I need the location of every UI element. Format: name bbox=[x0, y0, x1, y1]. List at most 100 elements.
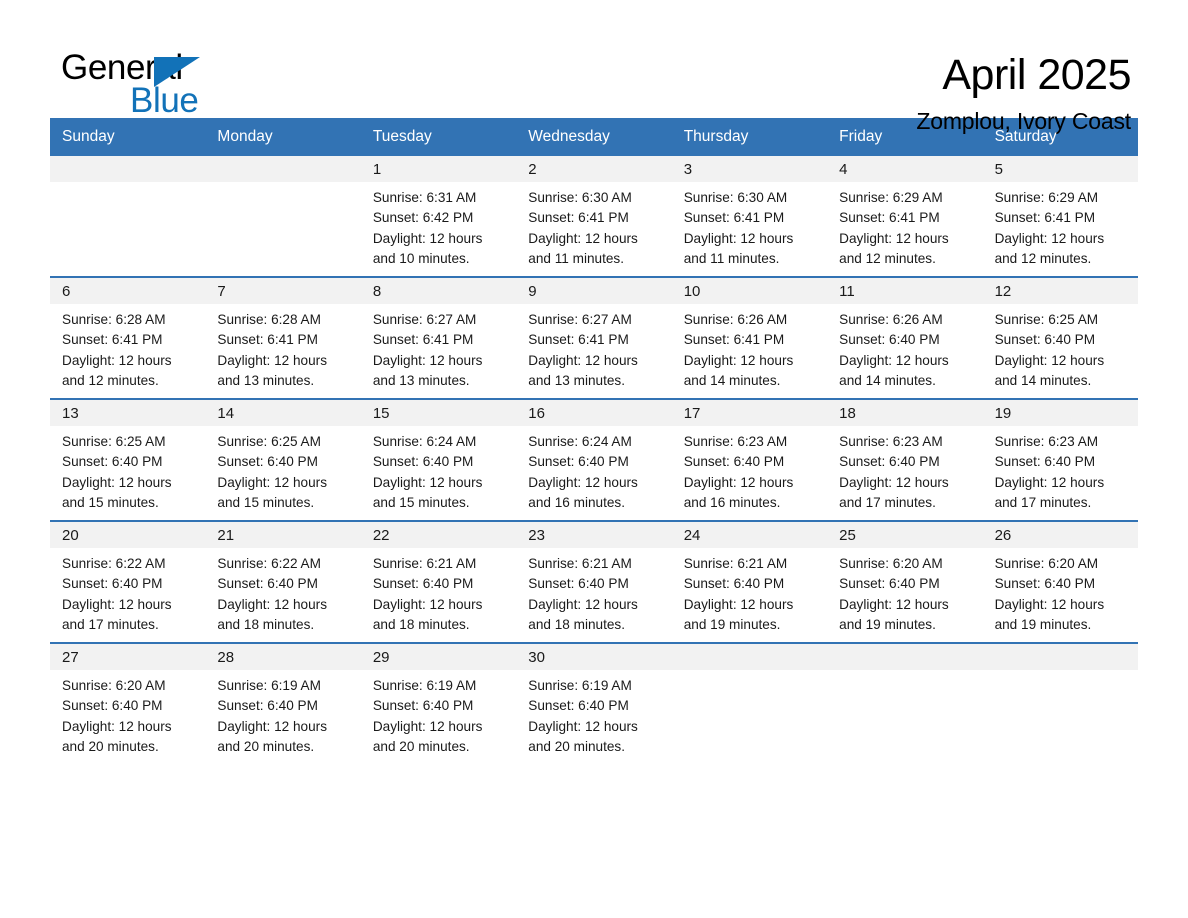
day-cell[interactable]: 15 Sunrise: 6:24 AM Sunset: 6:40 PM Dayl… bbox=[360, 400, 517, 520]
week-row: 13 Sunrise: 6:25 AM Sunset: 6:40 PM Dayl… bbox=[50, 398, 1138, 520]
sunrise-text: Sunrise: 6:19 AM bbox=[217, 678, 321, 693]
day-cell[interactable]: 2 Sunrise: 6:30 AM Sunset: 6:41 PM Dayli… bbox=[516, 156, 672, 276]
sunrise-text: Sunrise: 6:30 AM bbox=[528, 190, 632, 205]
day-number: 4 bbox=[827, 156, 983, 182]
day-details bbox=[827, 670, 982, 676]
day-cell[interactable]: 18 Sunrise: 6:23 AM Sunset: 6:40 PM Dayl… bbox=[827, 400, 983, 520]
daylight-text-line2: and 13 minutes. bbox=[528, 372, 626, 388]
daylight-text-line1: Daylight: 12 hours bbox=[839, 352, 949, 368]
day-cell[interactable]: 1 Sunrise: 6:31 AM Sunset: 6:42 PM Dayli… bbox=[360, 156, 517, 276]
daylight-text-line2: and 11 minutes. bbox=[683, 250, 780, 266]
day-cell[interactable]: 17 Sunrise: 6:23 AM Sunset: 6:40 PM Dayl… bbox=[671, 400, 828, 520]
weekday-header-sunday: Sunday bbox=[62, 128, 115, 145]
day-cell[interactable]: 8 Sunrise: 6:27 AM Sunset: 6:41 PM Dayli… bbox=[360, 278, 517, 398]
day-cell[interactable]: 25 Sunrise: 6:20 AM Sunset: 6:40 PM Dayl… bbox=[827, 522, 983, 642]
sunset-text: Sunset: 6:40 PM bbox=[62, 576, 163, 592]
day-details: Sunrise: 6:20 AM Sunset: 6:40 PM Dayligh… bbox=[827, 548, 982, 635]
day-number: 19 bbox=[982, 400, 1138, 426]
day-cell[interactable]: 24 Sunrise: 6:21 AM Sunset: 6:40 PM Dayl… bbox=[671, 522, 828, 642]
day-cell[interactable]: 11 Sunrise: 6:26 AM Sunset: 6:40 PM Dayl… bbox=[827, 278, 983, 398]
day-details: Sunrise: 6:25 AM Sunset: 6:40 PM Dayligh… bbox=[983, 304, 1138, 391]
day-number bbox=[827, 644, 983, 670]
daylight-text-line2: and 10 minutes. bbox=[372, 250, 470, 266]
day-number: 11 bbox=[827, 278, 983, 304]
day-details: Sunrise: 6:23 AM Sunset: 6:40 PM Dayligh… bbox=[983, 426, 1138, 513]
general-blue-logo[interactable]: General Blue bbox=[57, 48, 287, 120]
day-cell[interactable]: 10 Sunrise: 6:26 AM Sunset: 6:41 PM Dayl… bbox=[671, 278, 828, 398]
day-cell[interactable]: 30 Sunrise: 6:19 AM Sunset: 6:40 PM Dayl… bbox=[516, 644, 672, 764]
sunset-text: Sunset: 6:41 PM bbox=[528, 210, 629, 226]
day-number bbox=[50, 156, 206, 182]
daylight-text-line1: Daylight: 12 hours bbox=[839, 596, 949, 612]
sunrise-text: Sunrise: 6:27 AM bbox=[528, 312, 632, 327]
day-cell[interactable]: 6 Sunrise: 6:28 AM Sunset: 6:41 PM Dayli… bbox=[50, 278, 206, 398]
daylight-text-line2: and 20 minutes. bbox=[528, 738, 626, 754]
daylight-text-line2: and 16 minutes. bbox=[528, 494, 626, 510]
sunset-text: Sunset: 6:40 PM bbox=[372, 454, 474, 470]
daylight-text-line2: and 12 minutes. bbox=[839, 250, 936, 266]
daylight-text-line1: Daylight: 12 hours bbox=[528, 230, 638, 246]
day-cell[interactable]: 5 Sunrise: 6:29 AM Sunset: 6:41 PM Dayli… bbox=[982, 156, 1138, 276]
sunrise-text: Sunrise: 6:23 AM bbox=[839, 434, 943, 449]
daylight-text-line1: Daylight: 12 hours bbox=[217, 718, 327, 734]
daylight-text-line1: Daylight: 12 hours bbox=[528, 596, 638, 612]
day-cell[interactable]: 13 Sunrise: 6:25 AM Sunset: 6:40 PM Dayl… bbox=[50, 400, 206, 520]
daylight-text-line1: Daylight: 12 hours bbox=[528, 474, 638, 490]
day-cell[interactable]: 16 Sunrise: 6:24 AM Sunset: 6:40 PM Dayl… bbox=[516, 400, 672, 520]
day-number: 22 bbox=[360, 522, 517, 548]
daylight-text-line1: Daylight: 12 hours bbox=[528, 718, 638, 734]
daylight-text-line1: Daylight: 12 hours bbox=[683, 230, 794, 246]
daylight-text-line2: and 20 minutes. bbox=[372, 738, 470, 754]
day-cell[interactable]: 20 Sunrise: 6:22 AM Sunset: 6:40 PM Dayl… bbox=[50, 522, 206, 642]
day-cell[interactable]: 3 Sunrise: 6:30 AM Sunset: 6:41 PM Dayli… bbox=[671, 156, 828, 276]
daylight-text-line2: and 19 minutes. bbox=[994, 616, 1092, 632]
day-cell[interactable]: 29 Sunrise: 6:19 AM Sunset: 6:40 PM Dayl… bbox=[360, 644, 517, 764]
day-number: 30 bbox=[516, 644, 672, 670]
sunrise-text: Sunrise: 6:22 AM bbox=[217, 556, 321, 571]
daylight-text-line2: and 19 minutes. bbox=[839, 616, 936, 632]
day-number bbox=[205, 156, 361, 182]
daylight-text-line1: Daylight: 12 hours bbox=[683, 474, 794, 490]
day-number: 6 bbox=[50, 278, 206, 304]
sunset-text: Sunset: 6:42 PM bbox=[372, 210, 474, 226]
day-cell[interactable]: 7 Sunrise: 6:28 AM Sunset: 6:41 PM Dayli… bbox=[205, 278, 361, 398]
week-row: 20 Sunrise: 6:22 AM Sunset: 6:40 PM Dayl… bbox=[50, 520, 1138, 642]
day-cell[interactable]: 9 Sunrise: 6:27 AM Sunset: 6:41 PM Dayli… bbox=[516, 278, 672, 398]
day-number: 24 bbox=[671, 522, 828, 548]
day-cell[interactable]: 27 Sunrise: 6:20 AM Sunset: 6:40 PM Dayl… bbox=[50, 644, 206, 764]
sunrise-text: Sunrise: 6:20 AM bbox=[994, 556, 1099, 571]
day-cell[interactable]: 26 Sunrise: 6:20 AM Sunset: 6:40 PM Dayl… bbox=[982, 522, 1138, 642]
daylight-text-line1: Daylight: 12 hours bbox=[839, 474, 949, 490]
day-cell bbox=[827, 644, 983, 764]
day-cell[interactable]: 12 Sunrise: 6:25 AM Sunset: 6:40 PM Dayl… bbox=[982, 278, 1138, 398]
daylight-text-line1: Daylight: 12 hours bbox=[994, 474, 1105, 490]
sunrise-text: Sunrise: 6:21 AM bbox=[372, 556, 477, 571]
sunset-text: Sunset: 6:41 PM bbox=[683, 332, 785, 348]
sunrise-text: Sunrise: 6:22 AM bbox=[62, 556, 166, 571]
day-number: 10 bbox=[671, 278, 828, 304]
day-number: 20 bbox=[50, 522, 206, 548]
day-number: 21 bbox=[205, 522, 361, 548]
daylight-text-line2: and 18 minutes. bbox=[528, 616, 626, 632]
day-cell bbox=[671, 644, 828, 764]
day-cell[interactable]: 4 Sunrise: 6:29 AM Sunset: 6:41 PM Dayli… bbox=[827, 156, 983, 276]
sunset-text: Sunset: 6:40 PM bbox=[217, 576, 318, 592]
day-number bbox=[671, 644, 828, 670]
day-cell[interactable]: 23 Sunrise: 6:21 AM Sunset: 6:40 PM Dayl… bbox=[516, 522, 672, 642]
sunrise-text: Sunrise: 6:19 AM bbox=[372, 678, 477, 693]
sunrise-text: Sunrise: 6:21 AM bbox=[528, 556, 632, 571]
day-cell[interactable]: 19 Sunrise: 6:23 AM Sunset: 6:40 PM Dayl… bbox=[982, 400, 1138, 520]
daylight-text-line1: Daylight: 12 hours bbox=[62, 474, 172, 490]
day-details bbox=[672, 670, 827, 676]
day-details: Sunrise: 6:27 AM Sunset: 6:41 PM Dayligh… bbox=[361, 304, 516, 391]
sunset-text: Sunset: 6:40 PM bbox=[62, 454, 163, 470]
day-cell[interactable]: 21 Sunrise: 6:22 AM Sunset: 6:40 PM Dayl… bbox=[205, 522, 361, 642]
daylight-text-line1: Daylight: 12 hours bbox=[217, 474, 327, 490]
daylight-text-line2: and 12 minutes. bbox=[62, 372, 159, 388]
day-details: Sunrise: 6:25 AM Sunset: 6:40 PM Dayligh… bbox=[50, 426, 205, 513]
day-cell[interactable]: 22 Sunrise: 6:21 AM Sunset: 6:40 PM Dayl… bbox=[360, 522, 517, 642]
day-cell[interactable]: 28 Sunrise: 6:19 AM Sunset: 6:40 PM Dayl… bbox=[205, 644, 361, 764]
daylight-text-line1: Daylight: 12 hours bbox=[528, 352, 638, 368]
day-cell[interactable]: 14 Sunrise: 6:25 AM Sunset: 6:40 PM Dayl… bbox=[205, 400, 361, 520]
day-number: 8 bbox=[360, 278, 517, 304]
